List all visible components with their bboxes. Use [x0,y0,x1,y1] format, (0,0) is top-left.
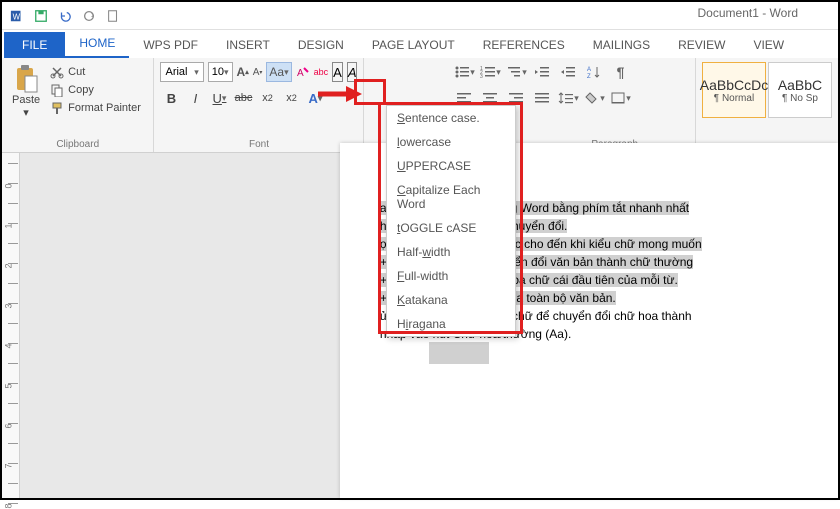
svg-text:3: 3 [480,74,483,79]
sort-icon[interactable]: AZ [582,62,606,82]
svg-text:A: A [587,67,591,73]
copy-button[interactable]: Copy [48,82,143,98]
style-normal[interactable]: AaBbCcDc ¶ Normal [702,62,766,118]
redo-icon[interactable] [78,5,100,27]
case-upper[interactable]: UPPERCASE [387,154,515,178]
tab-home[interactable]: HOME [65,30,129,58]
phonetic-icon[interactable]: abc [314,62,329,82]
superscript-button[interactable]: x2 [280,88,302,108]
case-half[interactable]: Half-width [387,240,515,264]
paste-button[interactable]: Paste ▾ [8,62,44,121]
clear-format-icon[interactable]: A [296,62,310,82]
change-case-menu: Sentence case. lowercase UPPERCASE Capit… [386,105,516,337]
paste-label: Paste [12,94,40,106]
svg-text:W: W [13,12,21,21]
tab-wpspdf[interactable]: WPS PDF [129,32,212,58]
text-effects-icon[interactable]: A▾ [304,88,326,108]
char-shade-icon[interactable]: A [347,62,358,82]
subscript-button[interactable]: x2 [256,88,278,108]
underline-button[interactable]: U▾ [208,88,230,108]
tab-insert[interactable]: INSERT [212,32,284,58]
justify-icon[interactable] [530,88,554,108]
case-hiragana[interactable]: Hiragana [387,312,515,336]
tab-design[interactable]: DESIGN [284,32,358,58]
case-sentence[interactable]: Sentence case. [387,106,515,130]
show-hide-icon[interactable]: ¶ [608,62,632,82]
bold-button[interactable]: B [160,88,182,108]
case-katakana[interactable]: Katakana [387,288,515,312]
case-toggle[interactable]: tOGGLE cASE [387,216,515,240]
grow-font-icon[interactable]: A▴ [237,62,249,82]
clipboard-group-label: Clipboard [8,137,147,150]
tab-view[interactable]: VIEW [739,32,798,58]
save-icon[interactable] [30,5,52,27]
change-case-button[interactable]: Aa▾ [266,62,291,82]
bullets-icon[interactable]: ▾ [452,62,476,82]
tab-file[interactable]: FILE [4,32,65,58]
font-size-combo[interactable]: 10▾ [208,62,233,82]
svg-text:A: A [297,68,304,79]
dec-indent-icon[interactable] [530,62,554,82]
char-border-icon[interactable]: A [332,62,343,82]
italic-button[interactable]: I [184,88,206,108]
style-nospacing[interactable]: AaBbC ¶ No Sp [768,62,832,118]
case-lower[interactable]: lowercase [387,130,515,154]
line-spacing-icon[interactable]: ▾ [556,88,580,108]
format-painter-button[interactable]: Format Painter [48,100,143,116]
cut-button[interactable]: Cut [48,64,143,80]
ribbon-tabs: FILE HOME WPS PDF INSERT DESIGN PAGE LAY… [2,30,838,58]
multilevel-icon[interactable]: ▾ [504,62,528,82]
tab-pagelayout[interactable]: PAGE LAYOUT [358,32,469,58]
shading-icon[interactable]: ▾ [582,88,606,108]
font-group-label: Font [160,137,357,150]
undo-icon[interactable] [54,5,76,27]
svg-text:Z: Z [587,74,591,79]
tab-mailings[interactable]: MAILINGS [579,32,664,58]
borders-icon[interactable]: ▾ [608,88,632,108]
word-icon: W [6,5,28,27]
vertical-ruler[interactable]: 012345678 [2,153,20,498]
shrink-font-icon[interactable]: A▾ [253,62,263,82]
inc-indent-icon[interactable] [556,62,580,82]
selection-block [429,342,489,364]
strike-button[interactable]: abc [232,88,254,108]
window-title: Document1 - Word [698,6,798,20]
font-name-combo[interactable]: Arial▾ [160,62,203,82]
case-capitalize[interactable]: Capitalize Each Word [387,178,515,216]
tab-review[interactable]: REVIEW [664,32,739,58]
new-doc-icon[interactable] [102,5,124,27]
tab-references[interactable]: REFERENCES [469,32,579,58]
numbering-icon[interactable]: 123▾ [478,62,502,82]
case-full[interactable]: Full-width [387,264,515,288]
